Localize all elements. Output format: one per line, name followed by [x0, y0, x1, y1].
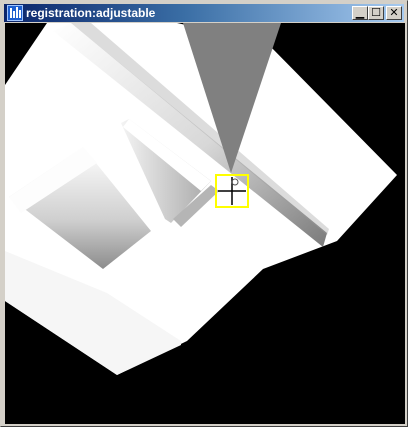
title-bar[interactable]: registration:adjustable ▁ ☐ ✕: [4, 4, 404, 22]
minimize-icon: ▁: [355, 6, 365, 19]
maximize-button[interactable]: ☐: [368, 6, 384, 20]
3d-viewport[interactable]: [5, 23, 405, 424]
maximize-icon: ☐: [371, 6, 381, 19]
app-icon[interactable]: [7, 5, 23, 21]
scene-canvas[interactable]: [5, 23, 405, 424]
window-title: registration:adjustable: [26, 6, 156, 20]
close-button[interactable]: ✕: [386, 6, 402, 20]
application-window: registration:adjustable ▁ ☐ ✕: [0, 0, 408, 427]
close-icon: ✕: [389, 6, 399, 19]
minimize-button[interactable]: ▁: [352, 6, 368, 20]
